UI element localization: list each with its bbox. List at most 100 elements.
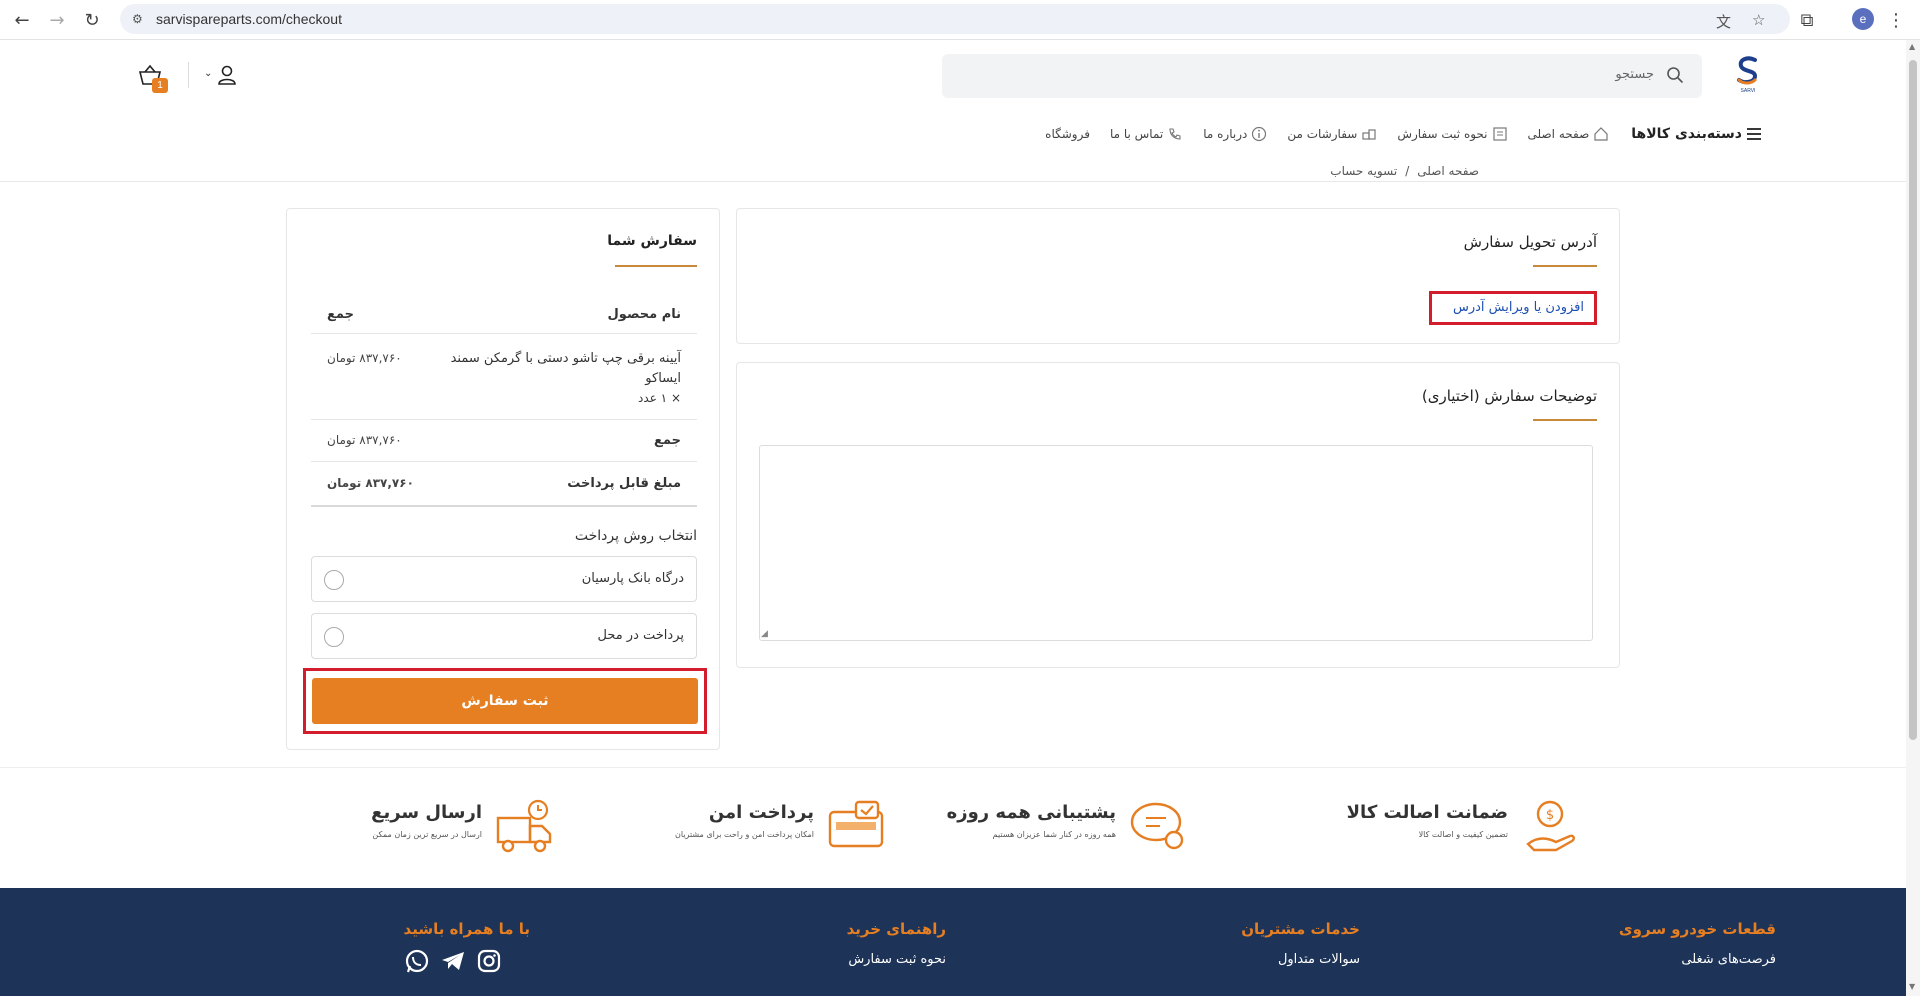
breadcrumb: صفحه اصلی / تسویه حساب — [1330, 164, 1479, 178]
feature-subtitle: ارسال در سریع ترین زمان ممکن — [372, 830, 482, 839]
order-title: سفارش شما — [607, 233, 697, 249]
address-card: آدرس تحویل سفارش افزودن یا ویرایش آدرس — [736, 208, 1620, 344]
scroll-up-icon[interactable]: ▲ — [1909, 42, 1915, 51]
telegram-icon[interactable] — [440, 948, 466, 974]
page-scrollbar[interactable]: ▲ ▼ — [1906, 40, 1920, 996]
reload-icon[interactable]: ↻ — [80, 8, 104, 32]
add-edit-address-link[interactable]: افزودن یا ویرایش آدرس — [1453, 300, 1584, 315]
extensions-icon[interactable]: ⧉ — [1795, 8, 1819, 32]
footer-col-guide: راهنمای خرید نحوه ثبت سفارش — [847, 920, 946, 967]
svg-text:$: $ — [1546, 808, 1554, 823]
title-underline — [1533, 419, 1597, 421]
nav-label: سفارشات من — [1287, 127, 1358, 141]
whatsapp-icon[interactable] — [404, 948, 430, 974]
footer-col-social: با ما همراه باشید — [404, 920, 530, 974]
nav-label: صفحه اصلی — [1527, 127, 1590, 141]
translate-icon[interactable]: 文 — [1716, 11, 1731, 32]
title-underline — [615, 265, 697, 267]
site-footer: قطعات خودرو سروی فرصت‌های شغلی خدمات مشت… — [0, 888, 1906, 996]
boxes-icon — [1362, 129, 1376, 140]
payable-value: ۸۳۷,۷۶۰ تومان — [327, 476, 414, 490]
chevron-down-icon[interactable]: ⌄ — [204, 68, 212, 79]
search-placeholder: جستجو — [1615, 67, 1654, 82]
address-link-highlight: افزودن یا ویرایش آدرس — [1429, 291, 1597, 325]
row-divider — [311, 333, 697, 334]
order-notes-textarea[interactable] — [759, 445, 1593, 641]
payment-radio-parsian[interactable] — [324, 570, 344, 590]
product-qty: × ۱ عدد — [638, 391, 681, 405]
search-input[interactable]: جستجو — [942, 54, 1702, 98]
product-name[interactable]: آیینه برقی چپ تاشو دستی با گرمکن سمند ای… — [431, 349, 681, 389]
address-bar[interactable]: ⚙ sarvispareparts.com/checkout 文 ☆ — [120, 4, 1790, 34]
resize-handle-icon[interactable]: ◢ — [761, 629, 768, 667]
notes-title: توضیحات سفارش (اختیاری) — [1421, 387, 1597, 405]
payment-option-label: پرداخت در محل — [597, 628, 684, 643]
feature-subtitle: تضمین کیفیت و اصالت کالا — [1418, 830, 1508, 839]
main-navigation: دسته‌بندی کالاها صفحه اصلی نحوه ثبت سفار… — [0, 110, 1906, 182]
nav-label: فروشگاه — [1045, 127, 1090, 141]
payment-radio-cod[interactable] — [324, 627, 344, 647]
credit-card-icon — [828, 800, 884, 848]
hamburger-icon — [1747, 128, 1761, 140]
order-notes-card: توضیحات سفارش (اختیاری) ◢ — [736, 362, 1620, 668]
forward-icon[interactable]: → — [45, 8, 69, 32]
nav-categories[interactable]: دسته‌بندی کالاها — [1631, 126, 1762, 142]
browser-menu-icon[interactable]: ⋮ — [1884, 8, 1908, 32]
cart-count-badge: 1 — [152, 78, 168, 93]
browser-toolbar: ← → ↻ ⚙ sarvispareparts.com/checkout 文 ☆… — [0, 0, 1920, 40]
search-icon[interactable] — [1666, 66, 1684, 84]
contact-icon — [1169, 128, 1181, 140]
profile-avatar[interactable]: e — [1852, 8, 1874, 30]
product-price: ۸۳۷,۷۶۰ تومان — [327, 351, 402, 365]
page: SARVI جستجو ⌄ 1 — [0, 40, 1906, 996]
feature-title: پشتیبانی همه روزه — [946, 802, 1116, 823]
document-icon — [1492, 127, 1507, 141]
support-chat-icon — [1130, 802, 1184, 850]
nav-item-my-orders[interactable]: سفارشات من — [1287, 126, 1377, 142]
bookmark-star-icon[interactable]: ☆ — [1752, 11, 1765, 29]
social-links — [404, 948, 530, 974]
footer-link-careers[interactable]: فرصت‌های شغلی — [1619, 952, 1776, 967]
user-account-icon[interactable] — [216, 64, 238, 86]
back-icon[interactable]: ← — [10, 8, 34, 32]
nav-item-shop[interactable]: فروشگاه — [1045, 127, 1090, 141]
footer-col-company: قطعات خودرو سروی فرصت‌های شغلی — [1619, 920, 1776, 967]
payment-option-parsian[interactable]: درگاه بانک پارسیان — [311, 556, 697, 602]
scroll-down-icon[interactable]: ▼ — [1909, 982, 1915, 991]
url-text[interactable]: sarvispareparts.com/checkout — [156, 11, 342, 27]
footer-heading: خدمات مشتریان — [1241, 920, 1360, 938]
feature-subtitle: امکان پرداخت امن و راحت برای مشتریان — [675, 830, 814, 839]
feature-subtitle: همه روزه در کنار شما عزیزان هستیم — [992, 830, 1116, 839]
footer-link-how-to-order[interactable]: نحوه ثبت سفارش — [847, 952, 946, 967]
col-product-header: نام محصول — [607, 307, 681, 322]
subtotal-label: جمع — [654, 433, 681, 448]
breadcrumb-home[interactable]: صفحه اصلی — [1417, 164, 1479, 178]
payment-option-cod[interactable]: پرداخت در محل — [311, 613, 697, 659]
footer-link-faq[interactable]: سوالات متداول — [1241, 952, 1360, 967]
features-strip: $ ضمانت اصالت کالا تضمین کیفیت و اصالت ک… — [0, 767, 1906, 887]
subtotal-value: ۸۳۷,۷۶۰ تومان — [327, 433, 402, 447]
site-logo[interactable]: SARVI — [1733, 54, 1763, 94]
place-order-button[interactable]: ثبت سفارش — [312, 678, 698, 724]
footer-heading: قطعات خودرو سروی — [1618, 920, 1776, 938]
instagram-icon[interactable] — [476, 948, 502, 974]
nav-list: دسته‌بندی کالاها صفحه اصلی نحوه ثبت سفار… — [1025, 126, 1762, 142]
feature-title: ضمانت اصالت کالا — [1346, 802, 1508, 823]
order-item-row: آیینه برقی چپ تاشو دستی با گرمکن سمند ای… — [311, 349, 697, 409]
nav-item-contact[interactable]: تماس با ما — [1110, 126, 1183, 142]
scroll-thumb[interactable] — [1909, 60, 1917, 740]
feature-authenticity: $ ضمانت اصالت کالا تضمین کیفیت و اصالت ک… — [1320, 796, 1580, 860]
feature-support: پشتیبانی همه روزه همه روزه در کنار شما ع… — [928, 796, 1188, 860]
row-divider — [311, 419, 697, 420]
site-info-icon[interactable]: ⚙ — [132, 12, 143, 26]
nav-item-home[interactable]: صفحه اصلی — [1528, 126, 1610, 142]
footer-heading: با ما همراه باشید — [403, 920, 530, 938]
site-header: SARVI جستجو ⌄ 1 — [0, 40, 1906, 110]
payment-option-label: درگاه بانک پارسیان — [581, 571, 684, 586]
info-icon — [1252, 126, 1267, 142]
nav-item-about[interactable]: درباره ما — [1203, 126, 1267, 142]
feature-title: ارسال سریع — [371, 802, 482, 823]
footer-col-services: خدمات مشتریان سوالات متداول — [1241, 920, 1360, 967]
feature-secure-payment: پرداخت امن امکان پرداخت امن و راحت برای … — [636, 796, 886, 860]
nav-item-how-to-order[interactable]: نحوه ثبت سفارش — [1397, 126, 1507, 142]
